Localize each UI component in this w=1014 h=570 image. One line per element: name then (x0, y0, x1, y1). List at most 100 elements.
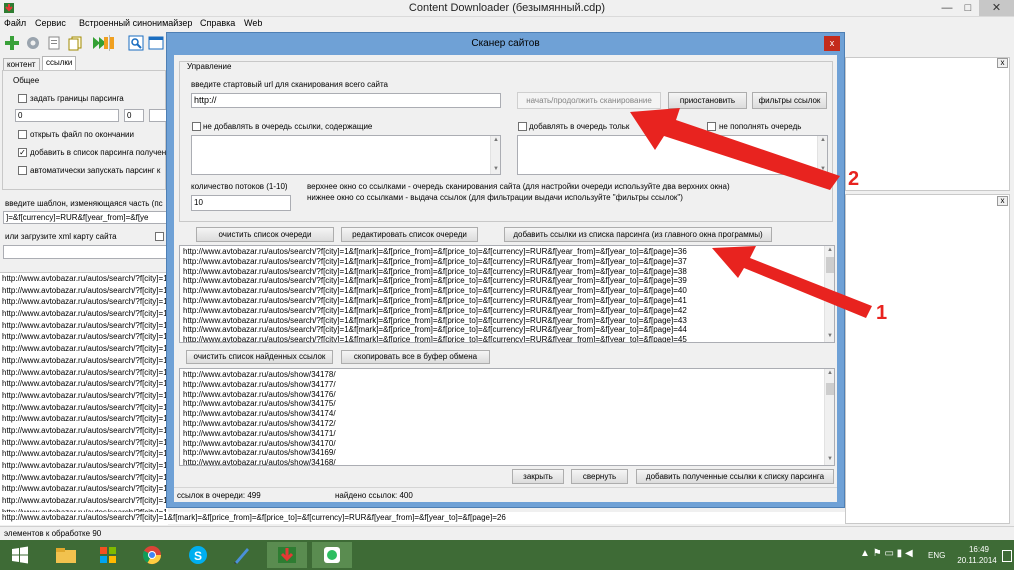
menu-help[interactable]: Справка (200, 18, 235, 28)
queue-list-item[interactable]: http://www.avtobazar.ru/autos/search/?f[… (183, 296, 823, 306)
menu-synonymizer[interactable]: Встроенный синонимайзер (79, 18, 192, 28)
xml-checkbox[interactable] (155, 232, 164, 241)
preview-icon[interactable] (128, 35, 144, 51)
skype-icon[interactable]: S (178, 542, 218, 568)
right-panel-top-area[interactable] (845, 57, 1010, 191)
menu-file[interactable]: Файл (4, 18, 26, 28)
scroll-down-icon[interactable]: ▼ (491, 165, 500, 174)
scroll-up-icon[interactable]: ▲ (491, 136, 500, 145)
right-panel-bottom-area[interactable] (845, 194, 1010, 524)
limit-to-field[interactable]: 0 (124, 109, 144, 122)
menu-service[interactable]: Сервис (35, 18, 66, 28)
limit-checkbox[interactable] (18, 94, 27, 103)
parsing-list-row[interactable]: http://www.avtobazar.ru/autos/search/?f[… (0, 402, 168, 414)
parsing-list-row[interactable]: http://www.avtobazar.ru/autos/search/?f[… (0, 331, 168, 343)
found-list-item[interactable]: http://www.avtobazar.ru/autos/show/34171… (183, 429, 834, 439)
parsing-list-row[interactable]: http://www.avtobazar.ru/autos/search/?f[… (0, 413, 168, 425)
found-list-item[interactable]: http://www.avtobazar.ru/autos/show/34169… (183, 448, 834, 458)
copy-all-button[interactable]: скопировать все в буфер обмена (341, 350, 490, 364)
tray-icons[interactable]: ▲ ⚑ ▭ ▮ ◀ (860, 548, 913, 559)
parsing-list-row[interactable]: http://www.avtobazar.ru/autos/search/?f[… (0, 343, 168, 355)
close-dialog-button[interactable]: закрыть (512, 469, 564, 484)
scroll-up-icon[interactable]: ▲ (825, 369, 834, 378)
show-desktop-icon[interactable] (1002, 550, 1012, 562)
exclude-checkbox[interactable] (192, 122, 201, 131)
scroll-up-icon[interactable]: ▲ (818, 136, 827, 145)
queue-list-item[interactable]: http://www.avtobazar.ru/autos/search/?f[… (183, 276, 823, 286)
clear-found-button[interactable]: очистить список найденных ссылок (186, 350, 333, 364)
exclude-scrollbar[interactable]: ▲ ▼ (490, 136, 500, 174)
xml-field[interactable] (3, 245, 167, 259)
add-from-parsing-button[interactable]: добавить ссылки из списка парсинга (из г… (504, 227, 772, 242)
language-indicator[interactable]: ENG (928, 551, 945, 560)
document-icon[interactable] (46, 35, 62, 51)
parsing-list-row[interactable]: http://www.avtobazar.ru/autos/search/?f[… (0, 355, 168, 367)
menu-web[interactable]: Web (244, 18, 262, 28)
network-icon[interactable]: ▮ (897, 548, 903, 559)
include-textarea[interactable]: ▲ ▼ (517, 135, 828, 175)
tab-content[interactable]: контент (3, 58, 40, 70)
start-scan-button[interactable]: начать/продолжить сканирование (517, 92, 661, 109)
explorer-icon[interactable] (46, 542, 86, 568)
queue-list-item[interactable]: http://www.avtobazar.ru/autos/search/?f[… (183, 316, 823, 326)
scroll-down-icon[interactable]: ▼ (825, 455, 834, 464)
maximize-button[interactable]: □ (958, 0, 978, 16)
found-list-item[interactable]: http://www.avtobazar.ru/autos/show/34178… (183, 370, 834, 380)
queue-list-item[interactable]: http://www.avtobazar.ru/autos/search/?f[… (183, 267, 823, 277)
store-icon[interactable] (88, 542, 128, 568)
minimize-dialog-button[interactable]: свернуть (571, 469, 628, 484)
parsing-list-row[interactable]: http://www.avtobazar.ru/autos/search/?f[… (0, 460, 168, 472)
queue-list-item[interactable]: http://www.avtobazar.ru/autos/search/?f[… (183, 247, 823, 257)
window-icon[interactable] (148, 35, 164, 51)
found-links-list[interactable]: ▲ ▼ http://www.avtobazar.ru/autos/show/3… (179, 368, 835, 466)
tab-links[interactable]: ссылки (42, 56, 77, 70)
tray-arrow-icon[interactable]: ▲ (860, 548, 870, 559)
threads-input[interactable]: 10 (191, 195, 291, 211)
display-icon[interactable]: ▭ (884, 548, 893, 559)
minimize-button[interactable]: — (937, 0, 957, 16)
clock-date[interactable]: 20.11.2014 (950, 556, 1004, 565)
parsing-list-row[interactable]: http://www.avtobazar.ru/autos/search/?f[… (0, 448, 168, 460)
queue-list-item[interactable]: http://www.avtobazar.ru/autos/search/?f[… (183, 325, 823, 335)
link-filters-button[interactable]: фильтры ссылок (752, 92, 827, 109)
queue-scrollbar[interactable]: ▲ ▼ (824, 246, 834, 342)
queue-list-item[interactable]: http://www.avtobazar.ru/autos/search/?f[… (183, 335, 823, 342)
copy-icon[interactable] (67, 35, 83, 51)
found-scrollbar[interactable]: ▲ ▼ (824, 369, 834, 465)
queue-list-item[interactable]: http://www.avtobazar.ru/autos/search/?f[… (183, 306, 823, 316)
parsing-list-row[interactable]: http://www.avtobazar.ru/autos/search/?f[… (0, 483, 168, 495)
queue-scroll-thumb[interactable] (826, 257, 834, 273)
parsing-list-row[interactable]: http://www.avtobazar.ru/autos/search/?f[… (0, 425, 168, 437)
edit-queue-button[interactable]: редактировать список очереди (341, 227, 478, 242)
parsing-list-row[interactable]: http://www.avtobazar.ru/autos/search/?f[… (0, 437, 168, 449)
found-list-item[interactable]: http://www.avtobazar.ru/autos/show/34175… (183, 399, 834, 409)
scroll-down-icon[interactable]: ▼ (818, 165, 827, 174)
found-list-item[interactable]: http://www.avtobazar.ru/autos/show/34177… (183, 380, 834, 390)
parsing-list-row[interactable]: http://www.avtobazar.ru/autos/search/?f[… (0, 296, 168, 308)
found-list-item[interactable]: http://www.avtobazar.ru/autos/show/34174… (183, 409, 834, 419)
found-list-item[interactable]: http://www.avtobazar.ru/autos/show/34168… (183, 458, 834, 465)
scan-queue-list[interactable]: ▲ ▼ http://www.avtobazar.ru/autos/search… (179, 245, 835, 343)
parsing-list[interactable]: http://www.avtobazar.ru/autos/search/?f[… (0, 272, 168, 525)
parsing-list-row[interactable]: http://www.avtobazar.ru/autos/search/?f[… (0, 495, 168, 507)
exclude-textarea[interactable]: ▲ ▼ (191, 135, 501, 175)
parsing-list-row[interactable]: http://www.avtobazar.ru/autos/search/?f[… (0, 308, 168, 320)
parsing-list-row[interactable]: http://www.avtobazar.ru/autos/search/?f[… (0, 378, 168, 390)
queue-list-item[interactable]: http://www.avtobazar.ru/autos/search/?f[… (183, 286, 823, 296)
clear-queue-button[interactable]: очистить список очереди (196, 227, 334, 242)
found-scroll-thumb[interactable] (826, 383, 834, 395)
close-button[interactable]: ✕ (979, 0, 1014, 16)
right-top-close-icon[interactable]: x (997, 58, 1008, 68)
right-bottom-close-icon[interactable]: x (997, 196, 1008, 206)
include-only-checkbox[interactable] (518, 122, 527, 131)
start-url-input[interactable]: http:// (191, 93, 501, 108)
scroll-down-icon[interactable]: ▼ (825, 332, 834, 341)
template-field[interactable]: ]=&f[currency]=RUR&f[year_from]=&f[ye (3, 211, 167, 224)
pause-scan-button[interactable]: приостановить (668, 92, 747, 109)
flag-icon[interactable]: ⚑ (873, 548, 882, 559)
queue-list-item[interactable]: http://www.avtobazar.ru/autos/search/?f[… (183, 257, 823, 267)
parsing-list-row-bottom[interactable]: http://www.avtobazar.ru/autos/search/?f[… (0, 512, 845, 524)
chrome-icon[interactable] (132, 542, 172, 568)
pen-icon[interactable] (222, 542, 262, 568)
scroll-up-icon[interactable]: ▲ (825, 246, 834, 255)
